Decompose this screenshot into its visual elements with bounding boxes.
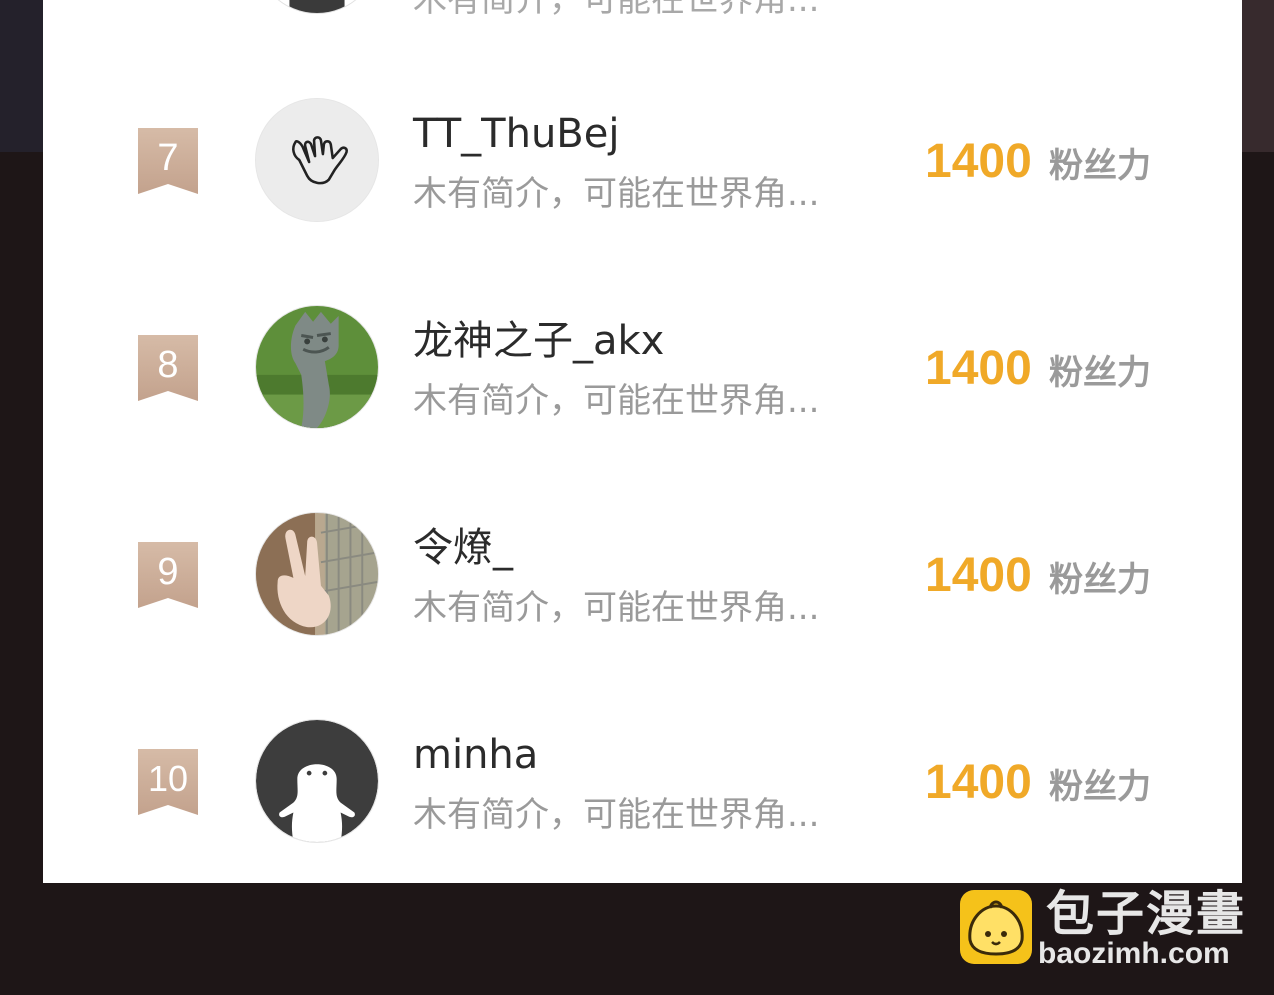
user-bio: 木有简介，可能在世界角... [413,381,820,421]
avatar[interactable] [255,305,379,429]
list-item[interactable]: 8 龙神之子_akx 木有简介，可能在世界角... 1400 粉丝力 [43,305,1242,512]
white-blob-character-icon [256,720,378,842]
user-bio: 木有简介，可能在世界角... [413,588,820,628]
rank-badge: 9 [138,542,198,608]
fans-power-value: 1400 [925,549,1032,602]
user-name[interactable]: 令燎_ [413,524,513,572]
fans-power-value: 1400 [925,135,1032,188]
watermark-title: 包子漫畫 [1046,886,1247,942]
peace-sign-hand-photo [256,513,378,635]
user-bio: 木有简介，可能在世界角... [413,0,820,20]
user-name[interactable]: TT_ThuBej [413,110,619,158]
rank-number: 8 [157,344,179,386]
user-bio: 木有简介，可能在世界角... [413,174,820,214]
list-item[interactable]: 10 minha 木有简介，可能在世界角... 1400 粉丝力 [43,719,1242,883]
avatar[interactable] [255,719,379,843]
fans-power-label: 粉丝力 [1049,767,1151,807]
fans-power-label: 粉丝力 [1049,353,1151,393]
watermark-domain: baozimh.com [1038,937,1230,970]
list-item[interactable]: 9 令燎_ 木有简介，可能在世界角... 1400 粉丝力 [43,512,1242,719]
avatar[interactable] [255,512,379,636]
background-dark-right [1242,0,1274,152]
fans-power-value: 1400 [925,756,1032,809]
user-name[interactable]: 龙神之子_akx [413,317,664,365]
fans-power-label: 粉丝力 [1049,146,1151,186]
hang-loose-hand-icon [256,99,378,221]
rank-badge: 8 [138,335,198,401]
fans-ranking-panel: 木有简介，可能在世界角... 7 TT_ThuBej 木有简介，可能在世界角..… [43,0,1242,883]
watermark: 包子漫畫 baozimh.com [958,886,1258,978]
fans-power-value: 1400 [925,342,1032,395]
user-name[interactable]: minha [413,731,538,779]
bun-logo-icon [960,890,1032,964]
rank-number: 10 [147,758,189,799]
rank-badge: 7 [138,128,198,194]
background-dark-left [0,0,43,152]
rank-badge: 10 [138,749,198,815]
list-item[interactable]: 7 TT_ThuBej 木有简介，可能在世界角... 1400 粉丝力 [43,98,1242,305]
avatar[interactable] [255,0,379,14]
rank-number: 9 [157,551,179,593]
rank-number: 7 [157,137,179,179]
avatar[interactable] [255,98,379,222]
fans-power-label: 粉丝力 [1049,560,1151,600]
dragon-statue-photo [256,306,378,428]
user-bio: 木有简介，可能在世界角... [413,795,820,835]
